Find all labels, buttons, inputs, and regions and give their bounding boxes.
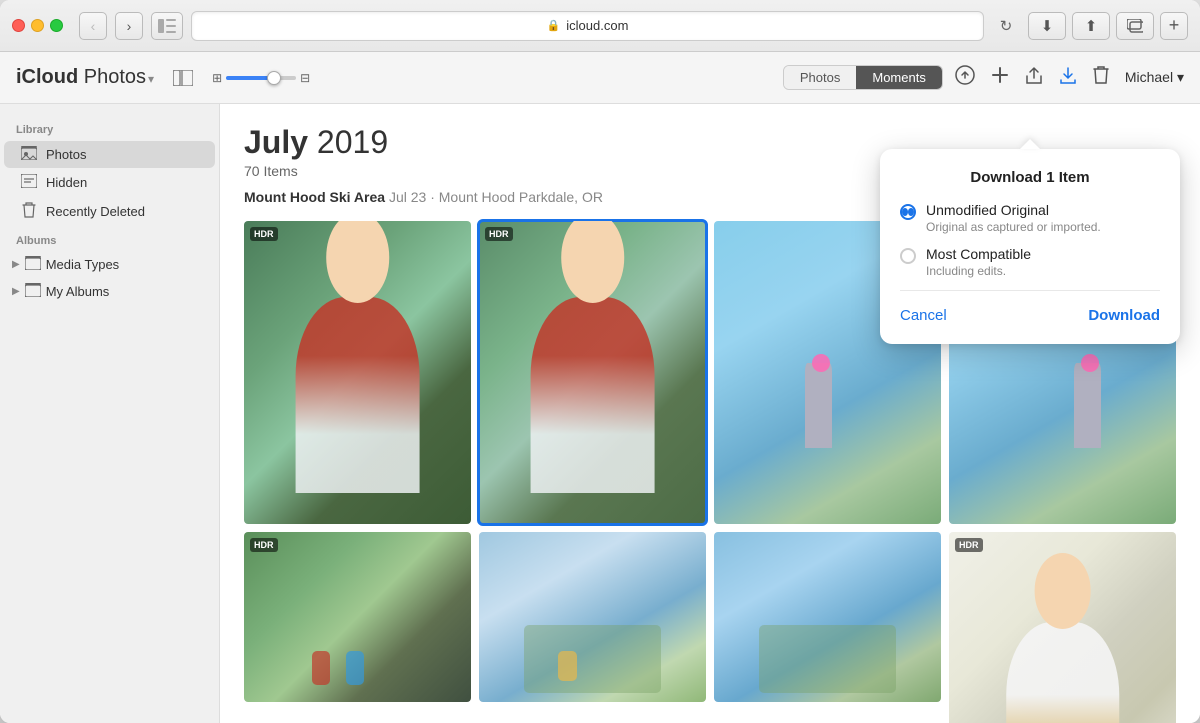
location-address: Mount Hood Parkdale, OR (439, 189, 603, 205)
place-name: Mount Hood Ski Area (244, 189, 385, 205)
tab-overview-button[interactable] (1116, 12, 1154, 40)
photos-icon (20, 146, 38, 163)
share-icon[interactable] (1025, 65, 1043, 90)
unmodified-label: Unmodified Original (926, 202, 1101, 218)
option-compatible-text: Most Compatible Including edits. (926, 246, 1031, 278)
close-button[interactable] (12, 19, 25, 32)
app-title-dropdown[interactable]: ▾ (148, 72, 154, 86)
maximize-button[interactable] (50, 19, 63, 32)
event-date: Jul 23 (389, 189, 426, 205)
popup-actions: Cancel Download (900, 303, 1160, 324)
option-unmodified[interactable]: Unmodified Original Original as captured… (900, 202, 1160, 234)
action-icons: Michael ▾ (955, 65, 1184, 90)
hidden-icon (20, 174, 38, 191)
app-toolbar: iCloud Photos▾ ⊞ ⊟ Photos Moments (0, 52, 1200, 104)
albums-label: Albums (0, 227, 219, 251)
new-tab-button[interactable]: + (1160, 12, 1188, 40)
library-label: Library (0, 116, 219, 140)
forward-button[interactable]: › (115, 12, 143, 40)
photo-item-6[interactable] (479, 532, 706, 702)
balloon-2 (1081, 354, 1099, 372)
radio-unmodified[interactable] (900, 204, 916, 220)
tab-moments[interactable]: Moments (856, 66, 941, 89)
my-albums-label: My Albums (46, 284, 110, 299)
sidebar-toggle-icon[interactable] (166, 64, 200, 92)
browser-toolbar-right: ⬇ ⬆ + (1028, 12, 1188, 40)
tab-photos[interactable]: Photos (784, 66, 856, 89)
sidebar-group-my-albums[interactable]: ▶ My Albums (0, 278, 219, 305)
photo-item-1[interactable]: HDR (244, 221, 471, 524)
photo-item-5[interactable]: HDR (244, 532, 471, 702)
download-icon[interactable] (1059, 65, 1077, 90)
sidebar-item-recently-deleted[interactable]: Recently Deleted (4, 197, 215, 226)
sidebar-group-media-types[interactable]: ▶ Media Types (0, 251, 219, 278)
hdr-badge-8: HDR (955, 538, 983, 552)
zoom-in-icon[interactable]: ⊟ (300, 71, 310, 85)
back-button[interactable]: ‹ (79, 12, 107, 40)
address-bar[interactable]: 🔒 icloud.com (191, 11, 984, 41)
unmodified-desc: Original as captured or imported. (926, 220, 1101, 234)
download-button[interactable]: Download (1088, 307, 1160, 324)
zoom-slider[interactable] (226, 76, 296, 80)
traffic-lights (12, 19, 63, 32)
chevron-right-icon: ▶ (12, 259, 20, 270)
zoom-control: ⊞ ⊟ (212, 71, 310, 85)
option-unmodified-text: Unmodified Original Original as captured… (926, 202, 1101, 234)
photo-item-7[interactable] (714, 532, 941, 702)
lock-icon: 🔒 (547, 19, 561, 32)
sidebar: Library Photos (0, 104, 220, 723)
download-manager-button[interactable]: ⬇ (1028, 12, 1066, 40)
my-albums-icon (24, 283, 42, 300)
chevron-right-icon-2: ▶ (12, 286, 20, 297)
sidebar-item-hidden[interactable]: Hidden (4, 169, 215, 196)
compatible-desc: Including edits. (926, 264, 1031, 278)
view-tabs: Photos Moments (783, 65, 943, 90)
add-icon[interactable] (991, 66, 1009, 89)
upload-icon[interactable] (955, 65, 975, 90)
popup-arrow (1020, 139, 1040, 149)
zoom-thumb[interactable] (267, 71, 281, 85)
sidebar-toggle-button[interactable] (151, 12, 183, 40)
hdr-badge-2: HDR (485, 227, 513, 241)
main-layout: Library Photos (0, 104, 1200, 723)
share-button[interactable]: ⬆ (1072, 12, 1110, 40)
hdr-badge-1: HDR (250, 227, 278, 241)
url-text: icloud.com (566, 18, 628, 33)
media-types-label: Media Types (46, 257, 119, 272)
popup-title: Download 1 Item (900, 169, 1160, 186)
content-area: July 2019 70 Items Mount Hood Ski Area J… (220, 104, 1200, 723)
delete-icon[interactable] (1093, 65, 1109, 90)
option-compatible[interactable]: Most Compatible Including edits. (900, 246, 1160, 278)
balloon-1 (812, 354, 830, 372)
recently-deleted-label: Recently Deleted (46, 204, 145, 219)
popup-divider (900, 290, 1160, 291)
photo-item-2[interactable]: HDR (479, 221, 706, 524)
titlebar: ‹ › 🔒 icloud.com ↻ ⬇ ⬆ + (0, 0, 1200, 52)
location-separator: · (430, 189, 439, 205)
media-types-icon (24, 256, 42, 273)
cancel-button[interactable]: Cancel (900, 307, 947, 324)
reload-button[interactable]: ↻ (992, 12, 1020, 40)
download-popup[interactable]: Download 1 Item Unmodified Original Orig… (880, 149, 1180, 344)
photo-item-8[interactable]: HDR (949, 532, 1176, 723)
hidden-label: Hidden (46, 175, 87, 190)
zoom-out-icon[interactable]: ⊞ (212, 71, 222, 85)
sidebar-item-photos[interactable]: Photos (4, 141, 215, 168)
app-title: iCloud Photos▾ (16, 66, 154, 89)
photos-label: Photos (46, 147, 86, 162)
radio-compatible[interactable] (900, 248, 916, 264)
trash-icon (20, 202, 38, 221)
compatible-label: Most Compatible (926, 246, 1031, 262)
app-window: ‹ › 🔒 icloud.com ↻ ⬇ ⬆ + (0, 0, 1200, 723)
user-menu[interactable]: Michael ▾ (1125, 69, 1184, 86)
minimize-button[interactable] (31, 19, 44, 32)
hdr-badge-5: HDR (250, 538, 278, 552)
